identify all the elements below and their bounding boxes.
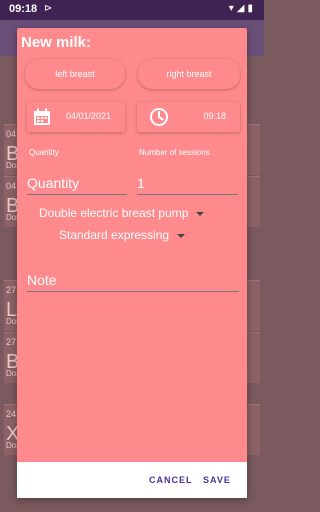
sessions-label: Number of sessions: [139, 148, 210, 157]
date-picker-button[interactable]: 04/01/2021: [27, 102, 125, 132]
expressing-mode-dropdown[interactable]: Standard expressing: [59, 228, 186, 242]
dialog-footer: CANCEL SAVE: [17, 462, 247, 498]
save-button[interactable]: SAVE: [203, 475, 231, 485]
time-value: 09:18: [203, 111, 226, 121]
quantity-label: Quantity: [29, 148, 59, 157]
calendar-icon: [34, 108, 50, 125]
cancel-button[interactable]: CANCEL: [149, 475, 193, 485]
status-time: 09:18: [9, 3, 38, 15]
dialog-title: New milk:: [21, 34, 92, 51]
pump-type-dropdown[interactable]: Double electric breast pump: [39, 206, 205, 220]
right-breast-button[interactable]: right breast: [138, 59, 240, 89]
left-breast-button[interactable]: left breast: [25, 59, 125, 89]
new-milk-dialog: New milk: left breast right breast 04/01…: [17, 28, 247, 498]
dropdown-arrow-icon: [177, 233, 186, 238]
status-bar: 09:18 ⊳ ▾◢▮: [0, 0, 264, 20]
note-input[interactable]: Note: [27, 271, 239, 292]
time-picker-button[interactable]: 09:18: [137, 102, 240, 132]
signal-wifi-battery-icon: ▾◢▮: [228, 3, 256, 14]
dropdown-arrow-icon: [196, 211, 205, 216]
date-value: 04/01/2021: [65, 111, 111, 121]
quantity-input[interactable]: Quantity: [27, 174, 127, 195]
notification-icon: ⊳: [44, 3, 53, 14]
sessions-input[interactable]: 1: [137, 174, 238, 195]
clock-icon: [150, 108, 168, 126]
